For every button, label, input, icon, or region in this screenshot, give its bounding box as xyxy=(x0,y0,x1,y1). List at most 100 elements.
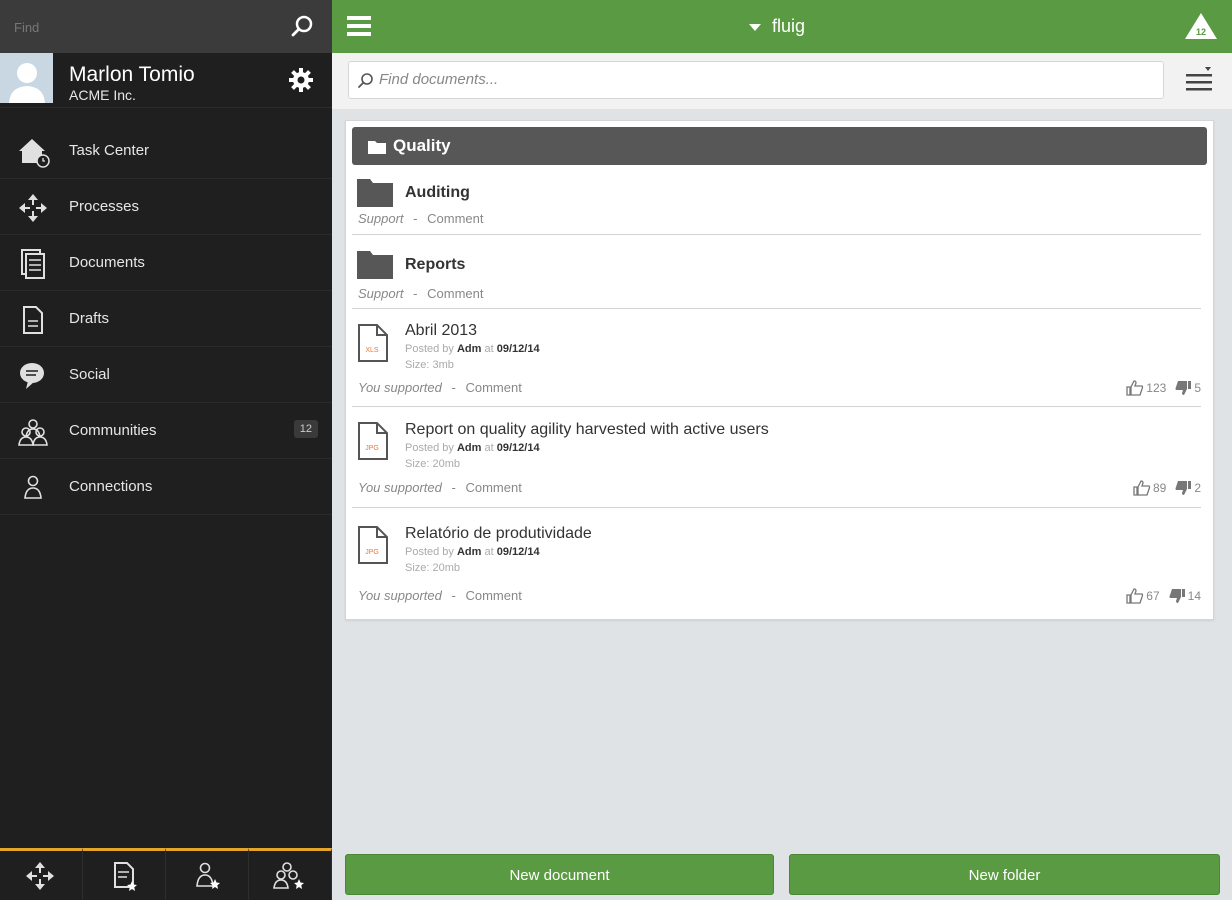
file-size: Size: 3mb xyxy=(405,359,454,371)
sidebar-item-task-center[interactable]: Task Center xyxy=(0,123,332,179)
dislike-button[interactable]: 2 xyxy=(1174,480,1201,496)
list-item[interactable]: JPG Relatório de produtividade Posted by… xyxy=(352,508,1201,612)
author: Adm xyxy=(456,546,482,558)
caret-down-icon[interactable] xyxy=(749,24,761,31)
sidebar-item-label: Social xyxy=(69,366,110,383)
separator: - xyxy=(413,286,418,301)
sidebar: Marlon Tomio ACME Inc. Task Center xyxy=(0,0,332,900)
sidebar-item-label: Drafts xyxy=(69,310,110,327)
list-item[interactable]: XLS Abril 2013 Posted by Adm at 09/12/14… xyxy=(352,309,1201,407)
sidebar-item-label: Processes xyxy=(69,198,140,215)
file-xls-icon: XLS xyxy=(358,324,388,362)
vote-counts: 89 2 xyxy=(1133,480,1201,496)
hamburger-menu-icon[interactable] xyxy=(346,14,372,38)
processes-icon xyxy=(19,194,47,222)
separator: - xyxy=(413,211,418,226)
item-title: Reports xyxy=(405,256,466,273)
communities-icon xyxy=(18,419,48,446)
favorite-processes-button[interactable] xyxy=(0,848,83,900)
comment-link[interactable]: Comment xyxy=(427,211,483,226)
folder-icon xyxy=(368,141,386,154)
document-search-field[interactable] xyxy=(348,61,1164,99)
file-type-label: JPG xyxy=(365,549,379,556)
like-button[interactable]: 89 xyxy=(1133,480,1166,496)
folder-icon xyxy=(357,251,393,279)
favorite-connections-button[interactable] xyxy=(166,848,249,900)
document-search-bar xyxy=(332,53,1232,109)
new-document-button[interactable]: New document xyxy=(345,854,774,895)
favorite-documents-button[interactable] xyxy=(83,848,166,900)
item-title: Abril 2013 xyxy=(405,322,478,339)
sort-menu-icon[interactable] xyxy=(1184,65,1214,95)
comment-link[interactable]: Comment xyxy=(427,286,483,301)
item-meta: Posted by Adm at 09/12/14 Size: 20mb xyxy=(405,546,540,574)
user-profile[interactable]: Marlon Tomio ACME Inc. xyxy=(0,53,332,108)
thumbs-up-icon xyxy=(1126,588,1144,604)
like-count: 67 xyxy=(1146,589,1160,603)
sidebar-search-bar xyxy=(0,0,332,53)
comment-link[interactable]: Comment xyxy=(465,380,521,395)
support-link[interactable]: Support xyxy=(358,286,404,301)
favorite-communities-button[interactable] xyxy=(249,848,332,900)
supported-link[interactable]: You supported xyxy=(358,380,442,395)
document-search-input[interactable] xyxy=(379,71,1139,88)
supported-link[interactable]: You supported xyxy=(358,480,442,495)
dislike-button[interactable]: 14 xyxy=(1168,588,1201,604)
gear-icon[interactable] xyxy=(288,67,314,93)
vote-counts: 67 14 xyxy=(1126,588,1201,604)
house-clock-icon xyxy=(19,139,50,168)
comment-link[interactable]: Comment xyxy=(465,480,521,495)
separator: - xyxy=(451,380,456,395)
separator: - xyxy=(451,588,456,603)
comment-link[interactable]: Comment xyxy=(465,588,521,603)
user-organization: ACME Inc. xyxy=(69,87,136,103)
folder-title: Quality xyxy=(393,136,451,155)
post-date: 09/12/14 xyxy=(496,343,540,355)
author: Adm xyxy=(456,442,482,454)
thumbs-down-icon xyxy=(1175,381,1192,395)
item-meta: Posted by Adm at 09/12/14 Size: 20mb xyxy=(405,442,540,470)
item-actions: Support - Comment xyxy=(358,211,484,226)
supported-link[interactable]: You supported xyxy=(358,588,442,603)
search-icon xyxy=(358,73,373,88)
support-link[interactable]: Support xyxy=(358,211,404,226)
thumbs-down-icon xyxy=(1175,481,1192,495)
thumbs-up-icon xyxy=(1126,380,1144,396)
post-date: 09/12/14 xyxy=(496,442,540,454)
thumbs-up-icon xyxy=(1133,480,1151,496)
post-date: 09/12/14 xyxy=(496,546,540,558)
user-silhouette-icon xyxy=(0,53,53,103)
sidebar-item-communities[interactable]: Communities 12 xyxy=(0,403,332,459)
list-item[interactable]: Auditing Support - Comment xyxy=(352,169,1201,235)
dislike-count: 2 xyxy=(1194,481,1201,495)
sidebar-item-processes[interactable]: Processes xyxy=(0,179,332,235)
connections-icon xyxy=(24,475,42,499)
file-type-label: JPG xyxy=(365,445,379,452)
sidebar-bottom-bar xyxy=(0,848,332,900)
dislike-button[interactable]: 5 xyxy=(1174,380,1201,396)
communities-star-icon xyxy=(273,861,304,889)
documents-icon xyxy=(21,249,45,279)
list-item[interactable]: JPG Report on quality agility harvested … xyxy=(352,407,1201,508)
sidebar-item-documents[interactable]: Documents xyxy=(0,235,332,291)
like-count: 89 xyxy=(1152,481,1167,495)
sidebar-search-input[interactable] xyxy=(14,14,274,40)
list-item[interactable]: Reports Support - Comment xyxy=(352,235,1201,309)
communities-count-badge: 12 xyxy=(293,420,318,438)
search-icon[interactable] xyxy=(288,13,316,41)
sidebar-item-social[interactable]: Social xyxy=(0,347,332,403)
vote-counts: 123 5 xyxy=(1126,380,1201,396)
brand-selector[interactable]: fluig xyxy=(772,16,805,37)
separator: - xyxy=(451,480,456,495)
file-jpg-icon: JPG xyxy=(358,526,388,564)
sidebar-item-drafts[interactable]: Drafts xyxy=(0,291,332,347)
sidebar-item-label: Communities xyxy=(69,422,157,439)
item-title: Relatório de produtividade xyxy=(405,525,592,542)
sidebar-item-label: Connections xyxy=(69,478,153,495)
like-button[interactable]: 123 xyxy=(1126,380,1166,396)
new-folder-button[interactable]: New folder xyxy=(789,854,1220,895)
avatar[interactable] xyxy=(0,53,53,103)
sidebar-item-connections[interactable]: Connections xyxy=(0,459,332,515)
like-button[interactable]: 67 xyxy=(1126,588,1160,604)
notifications-icon[interactable]: 12 xyxy=(1184,11,1218,41)
